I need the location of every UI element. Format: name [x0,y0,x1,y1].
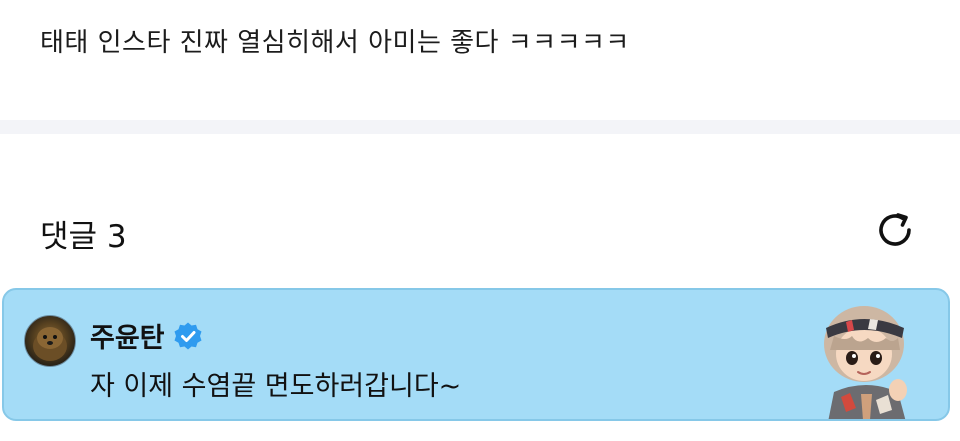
refresh-icon [879,213,911,246]
author-name[interactable]: 주윤탄 [90,316,165,355]
avatar[interactable] [24,315,76,367]
comments-title: 댓글 3 [40,219,127,255]
comment-card[interactable]: 주윤탄 자 이제 수염끝 면도하러갑니다~ [2,288,950,421]
comments-header: 댓글 3 [40,205,920,255]
character-sticker [824,306,907,419]
verified-badge-icon [174,322,202,349]
refresh-button[interactable] [870,205,920,255]
section-divider [0,120,960,134]
author-row: 주윤탄 [90,316,203,355]
post-body-text: 태태 인스타 진짜 열심히해서 아미는 좋다 ㅋㅋㅋㅋㅋ [40,28,630,58]
comment-text: 자 이제 수염끝 면도하러갑니다~ [90,371,462,402]
page: 태태 인스타 진짜 열심히해서 아미는 좋다 ㅋㅋㅋㅋㅋ 댓글 3 주윤탄 자 … [0,0,960,441]
